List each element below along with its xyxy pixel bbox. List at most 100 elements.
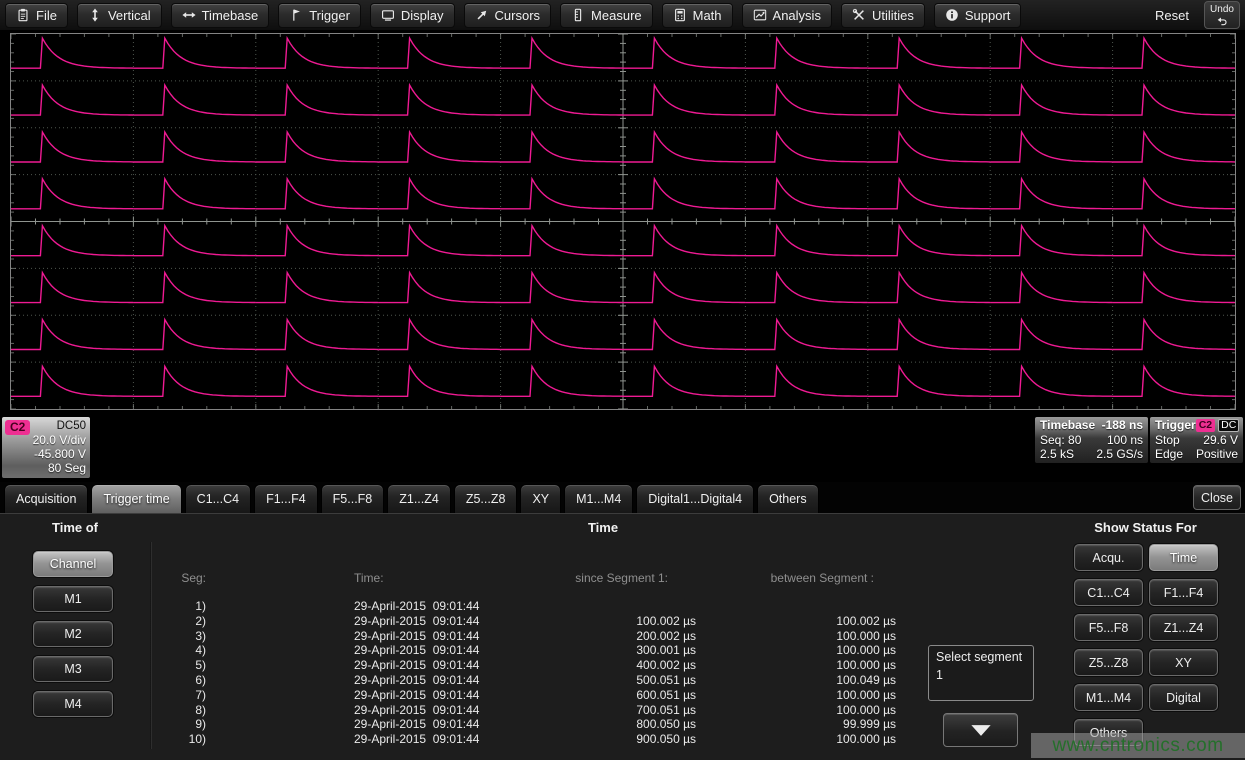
channel-segment-count: 80 Seg [4,461,86,475]
button-label: M1...M4 [1086,691,1131,705]
table-row: 3) 29-April-2015 09:01:44 200.002 µs 100… [160,629,896,644]
trigger-mode: Stop [1155,433,1180,448]
header-between-segment: between Segment : [696,571,896,585]
tab-label: Trigger time [103,492,169,506]
menu-button[interactable]: Measure [560,3,653,28]
tab-label: F1...F4 [266,492,306,506]
show-status-button[interactable]: Time [1149,544,1218,571]
time-of-button[interactable]: M4 [33,691,113,717]
cell-since-segment: 100.002 µs [496,614,696,629]
tab[interactable]: Others [757,484,819,513]
button-label: XY [1175,656,1192,670]
cell-time: 29-April-2015 09:01:44 [206,658,496,673]
show-status-button[interactable]: F5...F8 [1074,614,1143,641]
cell-since-segment: 700.051 µs [496,703,696,718]
select-segment-input[interactable]: Select segment 1 [928,645,1034,701]
timebase-sequence-mode: Seq: 80 [1040,433,1081,448]
segment-table: 1) 29-April-2015 09:01:44 2) 29-April-20… [160,599,896,747]
select-segment-label: Select segment [936,650,1026,665]
tab[interactable]: Trigger time [91,484,181,513]
show-status-button[interactable]: Z5...Z8 [1074,649,1143,676]
cell-since-segment: 300.001 µs [496,643,696,658]
table-row: 4) 29-April-2015 09:01:44 300.001 µs 100… [160,643,896,658]
show-status-button[interactable]: M1...M4 [1074,684,1143,711]
tab[interactable]: C1...C4 [185,484,251,513]
channel-c2-descriptor[interactable]: C2 DC50 20.0 V/div -45.800 V 80 Seg [2,417,90,478]
trigger-icon [289,8,303,22]
menu-button[interactable]: Display [370,3,455,28]
waveform-canvas[interactable] [10,33,1236,410]
button-label: M3 [64,662,81,676]
reset-button[interactable]: Reset [1149,8,1195,23]
menu-button-label: Measure [591,8,642,23]
table-row: 2) 29-April-2015 09:01:44 100.002 µs 100… [160,614,896,629]
menu-button-label: File [36,8,57,23]
cell-seg: 10) [160,732,206,747]
time-of-button[interactable]: Channel [33,551,113,577]
button-label: F1...F4 [1164,586,1204,600]
menu-button[interactable]: Timebase [171,3,270,28]
menu-button-label: Trigger [309,8,350,23]
tab[interactable]: Z5...Z8 [454,484,518,513]
tab[interactable]: F1...F4 [254,484,318,513]
show-status-button[interactable]: Z1...Z4 [1149,614,1218,641]
cell-since-segment: 200.002 µs [496,629,696,644]
show-status-button[interactable]: C1...C4 [1074,579,1143,606]
time-of-button[interactable]: M2 [33,621,113,647]
menu-button[interactable]: Analysis [742,3,832,28]
tab[interactable]: M1...M4 [564,484,633,513]
tab-label: XY [532,492,549,506]
timebase-horizontal-offset: -188 ns [1102,418,1143,433]
segment-scroll-down-button[interactable] [943,713,1018,747]
close-button[interactable]: Close [1193,485,1241,510]
show-status-button[interactable]: Digital [1149,684,1218,711]
menu-button-label: Vertical [108,8,151,23]
table-row: 1) 29-April-2015 09:01:44 [160,599,896,614]
status-dialog-body: Time of Time Show Status For Channel M1 … [0,513,1245,760]
timebase-title: Timebase [1040,418,1095,433]
show-status-button[interactable]: Acqu. [1074,544,1143,571]
menu-button[interactable]: File [5,3,68,28]
time-of-button[interactable]: M1 [33,586,113,612]
timebase-time-per-div: 100 ns [1107,433,1143,448]
cell-time: 29-April-2015 09:01:44 [206,614,496,629]
header-since-segment: since Segment 1: [496,571,696,585]
cell-between-segment: 99.999 µs [696,717,896,732]
tab-label: Digital1...Digital4 [648,492,742,506]
time-of-button[interactable]: M3 [33,656,113,682]
descriptor-strip: C2 DC50 20.0 V/div -45.800 V 80 Seg Time… [0,415,1245,482]
cell-time: 29-April-2015 09:01:44 [206,703,496,718]
cell-time: 29-April-2015 09:01:44 [206,643,496,658]
button-label: Digital [1166,691,1201,705]
menu-button[interactable]: Vertical [77,3,162,28]
tab[interactable]: Digital1...Digital4 [636,484,754,513]
tab[interactable]: Z1...Z4 [387,484,451,513]
undo-button[interactable]: Undo [1204,1,1240,29]
tab-label: Acquisition [16,492,76,506]
status-dialog-tab-bar: Close Acquisition Trigger time C1...C4 F… [0,482,1245,513]
show-status-button[interactable]: F1...F4 [1149,579,1218,606]
menu-button[interactable]: Math [662,3,733,28]
tab[interactable]: Acquisition [4,484,88,513]
tab[interactable]: F5...F8 [321,484,385,513]
cell-between-segment: 100.000 µs [696,629,896,644]
cell-seg: 4) [160,643,206,658]
menu-button[interactable]: Cursors [464,3,552,28]
menu-button-label: Support [965,8,1011,23]
time-table-title: Time [533,520,673,535]
cell-time: 29-April-2015 09:01:44 [206,688,496,703]
timebase-descriptor[interactable]: Timebase -188 ns Seq: 80 100 ns 2.5 kS 2… [1035,417,1148,463]
menu-button[interactable]: Utilities [841,3,925,28]
oscilloscope-screen: { "menu": { "items": [ {"label": "File",… [0,0,1245,760]
tab[interactable]: XY [520,484,561,513]
cell-seg: 5) [160,658,206,673]
cell-between-segment: 100.000 µs [696,643,896,658]
cell-time: 29-April-2015 09:01:44 [206,673,496,688]
show-status-buttons: Acqu. Time C1...C4 F1...F4 F5...F8 Z1...… [1074,544,1218,746]
menu-button[interactable]: Support [934,3,1022,28]
waveform-display-area [0,31,1245,415]
menu-button[interactable]: Trigger [278,3,361,28]
table-row: 7) 29-April-2015 09:01:44 600.051 µs 100… [160,688,896,703]
trigger-descriptor[interactable]: Trigger C2 DC Stop 29.6 V Edge Positive [1150,417,1243,463]
show-status-button[interactable]: XY [1149,649,1218,676]
